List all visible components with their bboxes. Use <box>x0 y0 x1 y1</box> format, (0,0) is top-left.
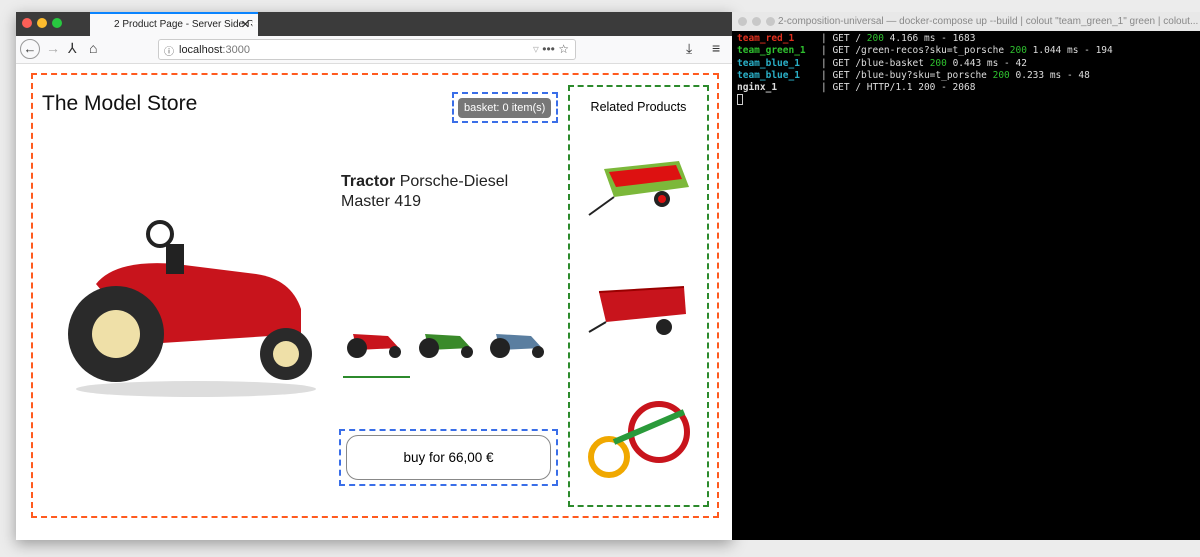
variant-thumb-red[interactable] <box>343 314 407 362</box>
tab-title: 2 Product Page - Server Side R <box>114 19 255 30</box>
log-service: team_green_1 <box>737 45 806 57</box>
log-line: team_blue_1 | GET /blue-basket 200 0.443 … <box>737 57 1027 69</box>
dropdown-icon[interactable]: ▿ <box>533 42 539 56</box>
team-blue-basket-boundary: basket: 0 item(s) <box>452 92 558 123</box>
log-service: nginx_1 <box>737 82 778 94</box>
log-line: team_blue_1 | GET /blue-buy?sku=t_porsche… <box>737 69 1090 81</box>
url-bar[interactable]: ⓘ localhost:3000 ▿ ••• ☆ <box>158 39 576 60</box>
log-timing: 4.166 ms - 1683 <box>883 33 976 44</box>
log-timing: 0.443 ms - 42 <box>946 57 1027 69</box>
log-timing: 0.233 ms - 48 <box>1009 69 1090 81</box>
minimize-window-button[interactable] <box>752 17 761 26</box>
log-request: GET /green-recos?sku=t_porsche <box>832 45 1010 57</box>
product-image <box>68 220 316 397</box>
terminal-title-bar: 2-composition-universal — docker-compose… <box>732 12 1200 31</box>
url-port: :3000 <box>222 44 250 56</box>
terminal-cursor <box>737 94 743 106</box>
more-icon[interactable]: ••• <box>542 42 555 56</box>
log-timing: 1.044 ms - 194 <box>1026 45 1113 57</box>
log-status: 200 <box>929 57 947 69</box>
log-service: team_blue_1 <box>737 69 800 81</box>
terminal-title: 2-composition-universal — docker-compose… <box>778 16 1199 27</box>
download-icon[interactable]: ⤓ <box>686 40 692 57</box>
related-product-red-trailer[interactable] <box>584 272 694 352</box>
log-line: nginx_1 | GET / HTTP/1.1 200 - 2068 <box>737 82 976 94</box>
terminal-window: 2-composition-universal — docker-compose… <box>732 12 1200 540</box>
tab-product-page[interactable]: 2 Product Page - Server Side R ✕ <box>90 12 258 36</box>
log-request: GET / HTTP/1.1 200 - 2068 <box>832 82 976 94</box>
variant-thumb-blue[interactable] <box>486 314 550 362</box>
url-host: localhost <box>179 44 223 56</box>
bookmark-star-icon[interactable]: ☆ <box>558 42 569 56</box>
product-type: Tractor <box>341 173 396 190</box>
variant-thumb-green[interactable] <box>415 314 479 362</box>
log-line: team_red_1 | GET / 200 4.166 ms - 1683 <box>737 33 976 44</box>
log-status: 200 <box>1009 45 1027 57</box>
product-name: Tractor Porsche-Diesel Master 419 <box>341 172 561 212</box>
page-title: The Model Store <box>42 92 198 115</box>
log-status: 200 <box>992 69 1010 81</box>
home-button[interactable]: ⌂ <box>89 40 97 56</box>
related-product-seeder[interactable] <box>584 392 694 487</box>
new-tab-button[interactable]: + <box>248 14 258 34</box>
basket-badge[interactable]: basket: 0 item(s) <box>458 98 552 118</box>
related-products-title: Related Products <box>590 100 687 114</box>
log-status: 200 <box>866 33 884 44</box>
close-window-button[interactable] <box>22 18 32 28</box>
log-request: GET /blue-buy?sku=t_porsche <box>832 69 993 81</box>
maximize-window-button[interactable] <box>766 17 775 26</box>
close-window-button[interactable] <box>738 17 747 26</box>
team-green-recos-boundary: Related Products <box>568 85 709 507</box>
team-blue-buy-boundary: buy for 66,00 € <box>339 429 558 486</box>
menu-icon[interactable]: ≡ <box>712 40 720 56</box>
forward-button[interactable]: → <box>46 40 60 56</box>
back-button[interactable]: ← <box>20 39 40 59</box>
page-actions[interactable]: ▿ ••• ☆ <box>533 42 569 56</box>
log-line: team_green_1 | GET /green-recos?sku=t_por… <box>737 45 1113 57</box>
selected-variant-indicator <box>343 376 410 378</box>
log-service: team_red_1 <box>737 33 795 44</box>
log-request: GET / <box>832 33 867 44</box>
reload-button[interactable]: ⅄ <box>68 40 77 57</box>
nav-toolbar: ← → ⅄ ⌂ ⓘ localhost:3000 ▿ ••• ☆ ⤓ ≡ <box>16 36 732 64</box>
buy-button[interactable]: buy for 66,00 € <box>346 435 551 480</box>
related-product-green-trailer[interactable] <box>584 147 694 227</box>
minimize-window-button[interactable] <box>37 18 47 28</box>
maximize-window-button[interactable] <box>52 18 62 28</box>
browser-window: 2 Product Page - Server Side R ✕ + ← → ⅄… <box>16 12 732 540</box>
terminal-output[interactable]: team_red_1 | GET / 200 4.166 ms - 1683 tea… <box>737 33 1113 110</box>
info-icon[interactable]: ⓘ <box>164 43 174 58</box>
page-content: The Model Store basket: 0 item(s) Tracto… <box>16 64 732 540</box>
tab-bar: 2 Product Page - Server Side R ✕ + <box>16 12 732 36</box>
log-request: GET /blue-basket <box>832 57 930 69</box>
log-service: team_blue_1 <box>737 57 800 69</box>
